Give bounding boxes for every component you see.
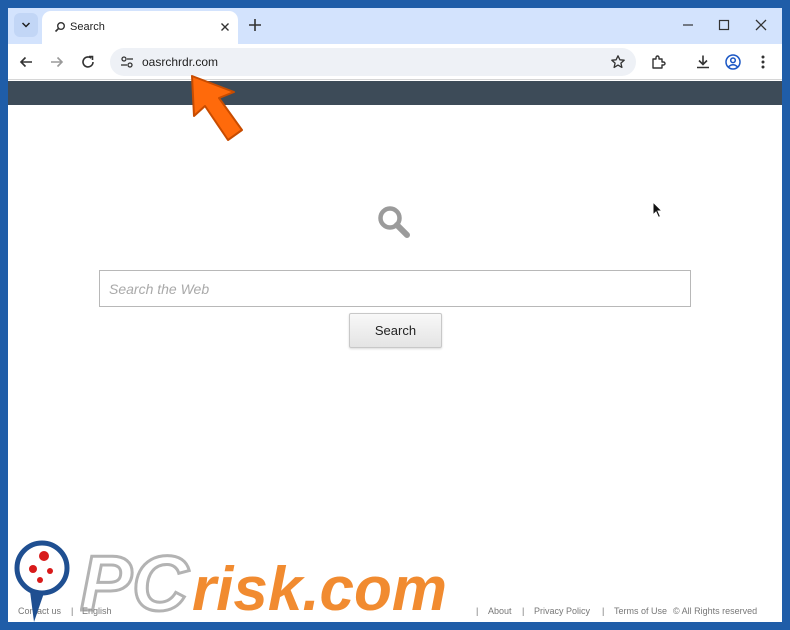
svg-text:PC: PC bbox=[80, 540, 190, 620]
extensions-icon[interactable] bbox=[650, 53, 668, 71]
close-window-icon[interactable] bbox=[753, 17, 769, 33]
chevron-down-icon bbox=[21, 22, 31, 28]
new-tab-icon[interactable] bbox=[246, 16, 264, 34]
site-settings-icon[interactable] bbox=[120, 55, 134, 69]
tab-search[interactable]: Search bbox=[42, 11, 238, 44]
bookmark-star-icon[interactable] bbox=[610, 54, 626, 70]
maximize-icon[interactable] bbox=[716, 17, 732, 33]
tab-title: Search bbox=[70, 21, 105, 33]
browser-window: Search oasrchrdr.com Search the Web Sear… bbox=[8, 8, 782, 622]
tab-strip: Search bbox=[8, 8, 782, 44]
footer-link-about[interactable]: About bbox=[488, 606, 512, 616]
search-button[interactable]: Search bbox=[349, 313, 442, 348]
footer-separator: | bbox=[522, 606, 525, 616]
profile-icon[interactable] bbox=[724, 53, 742, 71]
watermark-text: PC risk.com bbox=[80, 540, 447, 620]
footer-separator: | bbox=[476, 606, 479, 616]
footer-link-privacy[interactable]: Privacy Policy bbox=[534, 606, 590, 616]
minimize-icon[interactable] bbox=[680, 17, 696, 33]
address-bar[interactable]: oasrchrdr.com bbox=[110, 48, 636, 76]
menu-kebab-icon[interactable] bbox=[754, 53, 772, 71]
footer-copyright: © All Rights reserved bbox=[673, 606, 758, 616]
forward-arrow-icon[interactable] bbox=[48, 53, 66, 71]
header-bar bbox=[8, 81, 782, 105]
tab-search-button[interactable] bbox=[14, 13, 38, 37]
footer-separator: | bbox=[602, 606, 605, 616]
download-icon[interactable] bbox=[694, 53, 712, 71]
back-arrow-icon[interactable] bbox=[17, 53, 35, 71]
url-text[interactable]: oasrchrdr.com bbox=[142, 55, 218, 69]
svg-text:risk.com: risk.com bbox=[192, 555, 447, 620]
reload-icon[interactable] bbox=[79, 53, 97, 71]
browser-toolbar: oasrchrdr.com bbox=[8, 44, 782, 80]
footer-link-terms[interactable]: Terms of Use bbox=[614, 606, 667, 616]
search-icon bbox=[378, 206, 410, 238]
close-tab-icon[interactable] bbox=[218, 20, 232, 34]
mouse-cursor-icon bbox=[652, 201, 664, 219]
pointer-arrow-icon bbox=[191, 75, 243, 141]
search-input[interactable] bbox=[99, 270, 691, 307]
watermark-logo-icon bbox=[14, 540, 70, 622]
search-favicon-icon bbox=[54, 22, 65, 33]
